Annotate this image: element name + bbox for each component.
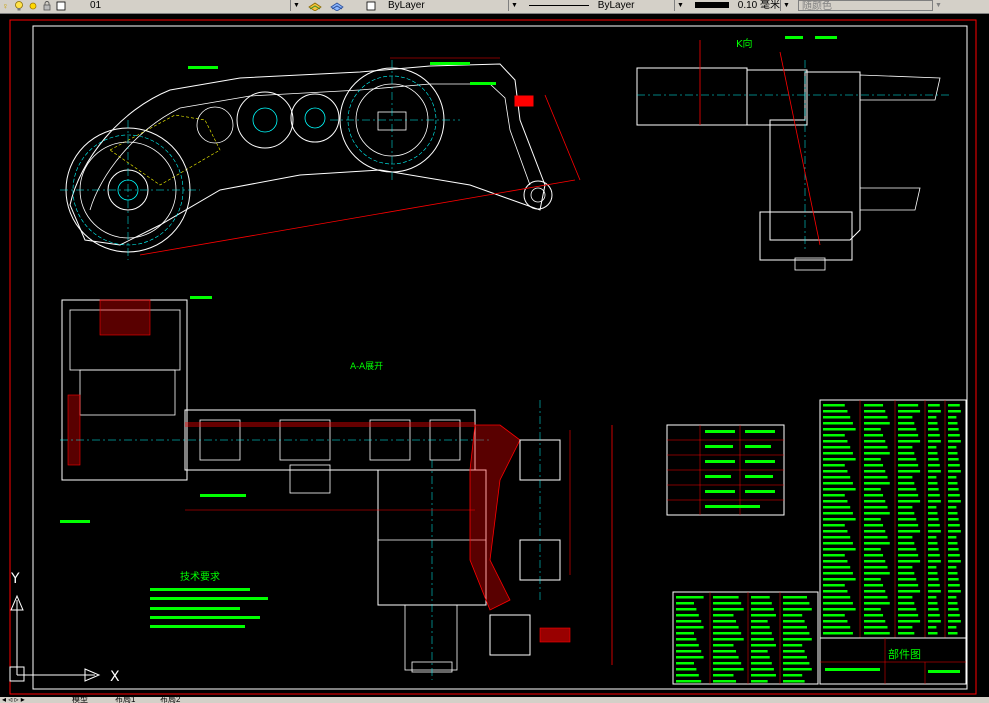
layer-state-icon[interactable]: ♀ xyxy=(2,1,12,11)
color-swatch-icon xyxy=(56,1,66,11)
title-block-name: 部件图 xyxy=(888,647,921,661)
layer-dropdown-arrow[interactable]: ▼ xyxy=(290,0,302,11)
ucs-x-label: X xyxy=(110,669,120,685)
color-dropdown-arrow[interactable]: ▼ xyxy=(508,0,520,11)
title-block: 部件图 xyxy=(819,637,967,685)
drawing-canvas[interactable]: K向 A-A展开 技术要求 部件图 Y X xyxy=(0,14,989,698)
color-dropdown-value: ByLayer xyxy=(388,0,425,11)
k-view-label: K向 xyxy=(736,37,753,50)
freeze-sun-icon[interactable] xyxy=(28,1,38,11)
lineweight-dropdown[interactable]: 0.10 毫米 xyxy=(692,0,788,11)
tab-model[interactable]: 模型 xyxy=(72,697,88,703)
ucs-y-label: Y xyxy=(10,571,20,587)
parts-list xyxy=(819,399,967,639)
parts-list-lower xyxy=(672,591,819,685)
plotstyle-dropdown-arrow: ▼ xyxy=(932,0,944,11)
tab-nav-arrows[interactable]: ◂ ◃ ▹ ▸ xyxy=(2,697,25,703)
section-label: A-A展开 xyxy=(350,361,383,372)
lightbulb-icon[interactable] xyxy=(14,1,24,11)
make-current-layer-icon[interactable] xyxy=(308,1,322,12)
tab-layout1[interactable]: 布局1 xyxy=(115,697,135,703)
rocker-arm-side-view xyxy=(60,57,581,260)
linetype-dropdown-arrow[interactable]: ▼ xyxy=(674,0,686,11)
section-a-a: A-A展开 xyxy=(60,296,613,680)
lineweight-dropdown-arrow[interactable]: ▼ xyxy=(780,0,792,11)
layer-dropdown[interactable]: 01 xyxy=(70,0,303,11)
plotstyle-dropdown-value: 随颜色 xyxy=(802,1,832,11)
layout-tabs-bar: ◂ ◃ ▹ ▸ 模型 布局1 布局2 xyxy=(0,697,989,703)
linetype-dropdown[interactable]: ByLayer xyxy=(526,0,684,11)
lock-icon[interactable] xyxy=(42,1,52,11)
k-view: K向 xyxy=(636,36,950,271)
parameter-table xyxy=(666,424,785,516)
layer-dropdown-value: 01 xyxy=(90,0,102,11)
color-dropdown[interactable]: ByLayer xyxy=(376,0,518,11)
layer-previous-icon[interactable] xyxy=(330,1,344,12)
plotstyle-dropdown: 随颜色 xyxy=(798,0,944,11)
color-control-swatch-icon xyxy=(366,1,376,11)
tab-layout2[interactable]: 布局2 xyxy=(160,697,180,703)
properties-toolbar: ♀ 01 ▼ ByLayer ▼ ByLayer ▼ 0.10 毫米 ▼ 随颜色… xyxy=(0,0,989,14)
lineweight-sample xyxy=(695,2,729,9)
tech-req-title: 技术要求 xyxy=(180,570,220,583)
technical-requirements: 技术要求 xyxy=(150,570,268,628)
linetype-sample xyxy=(529,4,589,6)
lineweight-dropdown-value: 0.10 毫米 xyxy=(737,0,781,11)
ucs-icon: Y X xyxy=(9,571,120,685)
linetype-dropdown-value: ByLayer xyxy=(597,0,635,11)
